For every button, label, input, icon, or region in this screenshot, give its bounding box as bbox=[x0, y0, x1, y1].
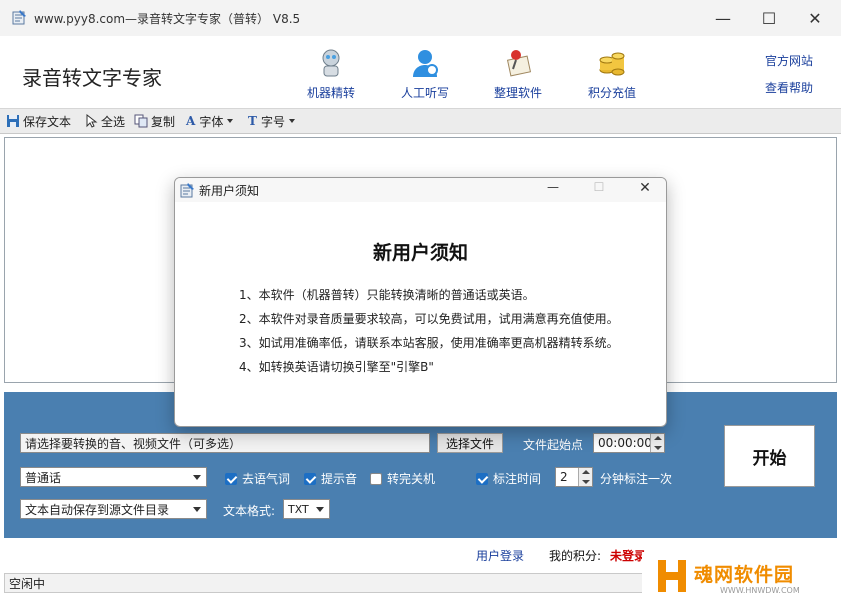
chevron-down-icon bbox=[193, 475, 201, 480]
save-location-value: 文本自动保存到源文件目录 bbox=[25, 502, 170, 517]
points-value: 未登录 bbox=[610, 549, 647, 563]
font-size-icon: T bbox=[248, 114, 257, 128]
chevron-down-icon bbox=[193, 507, 201, 512]
chevron-down-icon bbox=[227, 119, 234, 123]
app-brand: 录音转文字专家 bbox=[22, 66, 162, 90]
mark-time-label: 标注时间 bbox=[493, 472, 542, 486]
pin-note-icon bbox=[506, 50, 532, 77]
remove-filler-label: 去语气词 bbox=[242, 472, 291, 486]
cursor-icon bbox=[86, 114, 98, 128]
save-icon bbox=[7, 115, 19, 127]
nav-points-recharge[interactable]: 积分充值 bbox=[567, 48, 657, 100]
status-bar: 空闲中 bbox=[4, 573, 644, 593]
font-size-dropdown[interactable]: T 字号 bbox=[248, 112, 295, 130]
language-select[interactable]: 普通话 bbox=[20, 467, 207, 487]
interval-suffix: 分钟标注一次 bbox=[600, 472, 673, 486]
save-text-label: 保存文本 bbox=[23, 114, 72, 129]
prompt-sound-checkbox[interactable]: 提示音 bbox=[304, 470, 357, 487]
watermark-logo-icon bbox=[658, 560, 686, 592]
notice-line: 4、如转换英语请切换引擎至"引擎B" bbox=[239, 360, 434, 374]
interval-stepper[interactable]: 2 bbox=[555, 467, 593, 487]
file-input[interactable]: 请选择要转换的音、视频文件（可多选） bbox=[20, 433, 430, 453]
dialog-title: 新用户须知 bbox=[199, 184, 260, 198]
save-text-button[interactable]: 保存文本 bbox=[6, 112, 71, 130]
chevron-down-icon bbox=[316, 507, 324, 512]
nav-label: 人工听写 bbox=[400, 86, 449, 100]
select-all-label: 全选 bbox=[101, 114, 126, 129]
format-select[interactable]: TXT bbox=[283, 499, 330, 519]
window-title: www.pyy8.com—录音转文字专家（普转） V8.5 bbox=[34, 12, 301, 26]
copy-button[interactable]: 复制 bbox=[134, 112, 175, 130]
close-button[interactable]: ✕ bbox=[792, 0, 838, 36]
start-button[interactable]: 开始 bbox=[724, 425, 815, 487]
select-all-button[interactable]: 全选 bbox=[84, 112, 125, 130]
checkbox-unchecked-icon[interactable] bbox=[370, 472, 382, 485]
official-site-link[interactable]: 官方网站 bbox=[765, 52, 813, 69]
app-notepad-icon bbox=[180, 183, 194, 198]
language-value: 普通话 bbox=[25, 470, 62, 485]
coins-icon bbox=[599, 52, 625, 76]
choose-file-button[interactable]: 选择文件 bbox=[437, 433, 503, 453]
watermark-sub: WWW.HNWDW.COM bbox=[720, 586, 800, 595]
notice-line: 3、如试用准确率低，请联系本站客服，使用准确率更高机器精转系统。 bbox=[239, 336, 619, 350]
start-point-label: 文件起始点 bbox=[523, 438, 584, 452]
nav-label: 积分充值 bbox=[587, 86, 636, 100]
watermark-logo: 魂网软件园 WWW.HNWDW.COM bbox=[642, 552, 841, 601]
format-value: TXT bbox=[288, 502, 309, 516]
dialog-close-button[interactable]: ✕ bbox=[629, 180, 661, 200]
notice-line: 1、本软件（机器普转）只能转换清晰的普通话或英语。 bbox=[239, 288, 535, 302]
copy-icon bbox=[134, 114, 148, 128]
checkbox-checked-icon[interactable] bbox=[225, 472, 237, 485]
login-link[interactable]: 用户登录 bbox=[476, 547, 524, 564]
font-label: 字体 bbox=[199, 114, 224, 129]
maximize-button[interactable]: ☐ bbox=[746, 0, 792, 36]
checkbox-checked-icon[interactable] bbox=[476, 472, 488, 485]
remove-filler-checkbox[interactable]: 去语气词 bbox=[225, 470, 290, 487]
minimize-button[interactable]: — bbox=[700, 0, 746, 36]
toolbar bbox=[0, 108, 841, 134]
dialog-minimize-button[interactable]: — bbox=[537, 180, 569, 200]
format-label: 文本格式: bbox=[223, 504, 276, 518]
checkbox-checked-icon[interactable] bbox=[304, 472, 316, 485]
prompt-sound-label: 提示音 bbox=[321, 472, 358, 486]
app-notepad-icon bbox=[12, 10, 26, 25]
shutdown-after-label: 转完关机 bbox=[387, 472, 436, 486]
interval-value: 2 bbox=[560, 470, 568, 484]
new-user-notice-dialog: 新用户须知 — ☐ ✕ 新用户须知 1、本软件（机器普转）只能转换清晰的普通话或… bbox=[174, 177, 667, 427]
notice-line: 2、本软件对录音质量要求较高，可以免费试用，试用满意再充值使用。 bbox=[239, 312, 619, 326]
nav-machine-transcribe[interactable]: 机器精转 bbox=[286, 48, 376, 100]
nav-organize-software[interactable]: 整理软件 bbox=[473, 48, 563, 100]
font-dropdown[interactable]: A 字体 bbox=[186, 112, 234, 130]
font-size-label: 字号 bbox=[260, 114, 285, 129]
font-icon: A bbox=[186, 114, 196, 128]
help-link[interactable]: 查看帮助 bbox=[765, 79, 813, 96]
mark-time-checkbox[interactable]: 标注时间 bbox=[476, 470, 541, 487]
start-point-stepper[interactable]: 00:00:00 bbox=[593, 433, 665, 453]
nav-label: 整理软件 bbox=[493, 86, 542, 100]
window-titlebar: www.pyy8.com—录音转文字专家（普转） V8.5 — ☐ ✕ bbox=[0, 0, 841, 36]
dialog-maximize-button: ☐ bbox=[593, 180, 605, 194]
robot-icon bbox=[322, 49, 340, 77]
copy-label: 复制 bbox=[151, 114, 176, 129]
watermark-text: 魂网软件园 bbox=[694, 564, 795, 586]
save-location-select[interactable]: 文本自动保存到源文件目录 bbox=[20, 499, 207, 519]
nav-human-transcribe[interactable]: 人工听写 bbox=[380, 48, 470, 100]
points-label: 我的积分: bbox=[549, 549, 602, 563]
dialog-titlebar: 新用户须知 — ☐ ✕ bbox=[175, 178, 666, 202]
spinner-arrows-icon[interactable] bbox=[578, 468, 592, 486]
person-headset-icon bbox=[413, 50, 438, 77]
chevron-down-icon bbox=[288, 119, 295, 123]
shutdown-after-checkbox[interactable]: 转完关机 bbox=[370, 470, 435, 487]
start-point-value: 00:00:00 bbox=[598, 436, 652, 450]
spinner-arrows-icon[interactable] bbox=[650, 434, 664, 452]
nav-label: 机器精转 bbox=[306, 86, 355, 100]
dialog-heading: 新用户须知 bbox=[372, 242, 468, 264]
